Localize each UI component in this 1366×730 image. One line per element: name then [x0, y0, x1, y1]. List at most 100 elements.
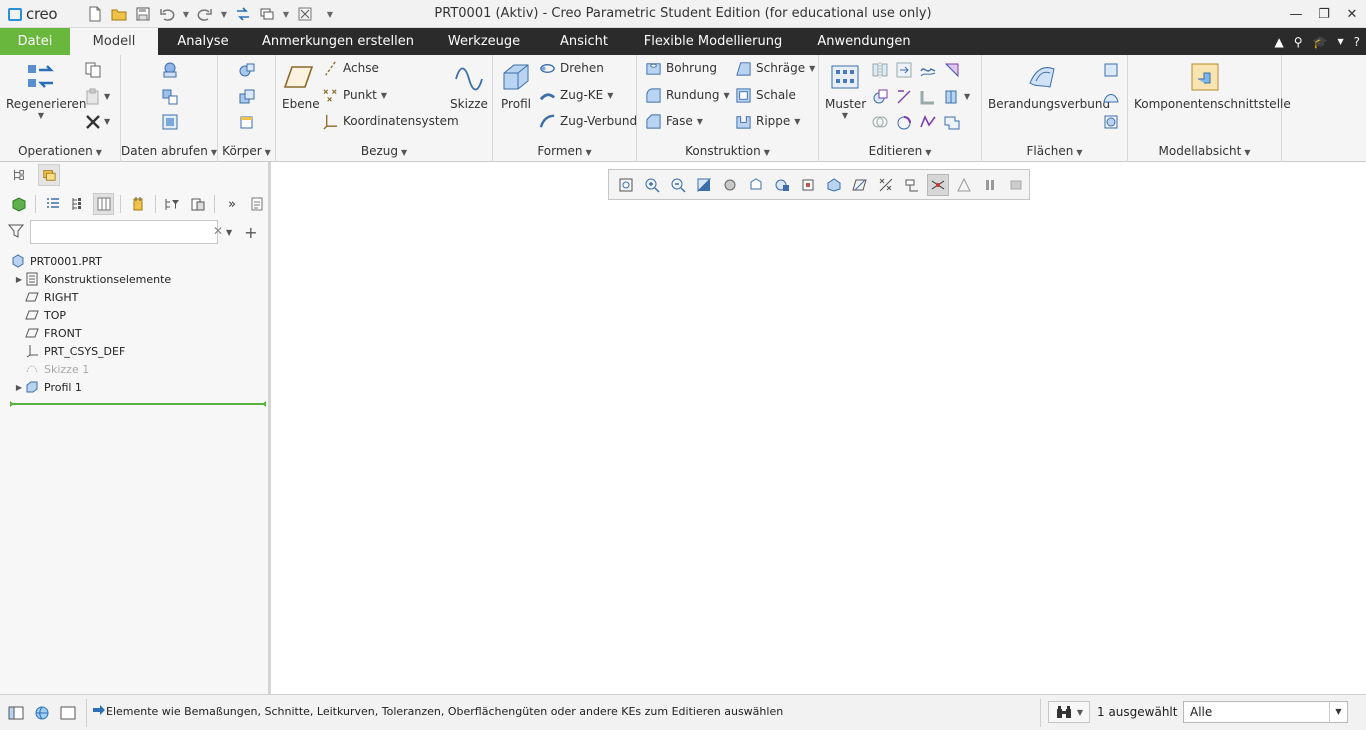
schale-button[interactable]: Schale: [735, 85, 796, 105]
add-icon[interactable]: +: [244, 223, 257, 242]
repaint-icon[interactable]: [693, 174, 715, 196]
selection-filter-select[interactable]: Alle ▼: [1183, 701, 1348, 723]
berandungsverbund-button[interactable]: Berandungsverbund: [988, 61, 1110, 111]
more-options-icon[interactable]: »: [221, 193, 242, 215]
part-body-icon[interactable]: [8, 193, 29, 215]
split-surface-icon[interactable]: [943, 113, 961, 131]
minimize-icon[interactable]: —: [1282, 0, 1310, 28]
group-label-bezug[interactable]: Bezug ▼: [276, 144, 492, 158]
editieren-dropdown-icon[interactable]: ▼: [964, 88, 974, 106]
tree-item-front[interactable]: FRONT: [0, 324, 268, 342]
zoom-out-icon[interactable]: [667, 174, 689, 196]
help-icon[interactable]: ?: [1354, 35, 1360, 49]
regenerieren-dropdown-icon[interactable]: ▼: [6, 111, 76, 120]
body-icon[interactable]: [238, 61, 256, 79]
search-icon[interactable]: ⚲: [1294, 35, 1303, 49]
clear-search-icon[interactable]: ✕: [213, 224, 223, 238]
tree-expand-icon[interactable]: [68, 193, 89, 215]
rippe-button[interactable]: Rippe ▼: [735, 111, 800, 131]
search-dropdown-icon[interactable]: ▼: [226, 228, 232, 237]
full-screen-icon[interactable]: [58, 703, 78, 723]
view-manager-icon[interactable]: [771, 174, 793, 196]
saved-orientations-icon[interactable]: [745, 174, 767, 196]
datum-points-display-icon[interactable]: [875, 174, 897, 196]
offset-icon[interactable]: [871, 88, 889, 106]
close-icon[interactable]: ✕: [1338, 0, 1366, 28]
ebene-button[interactable]: Ebene: [282, 61, 320, 111]
trim-icon[interactable]: [895, 88, 913, 106]
expand-arrow-icon[interactable]: ▶: [14, 275, 24, 284]
user-defined-feature-icon[interactable]: [161, 61, 179, 79]
merge-icon[interactable]: [919, 61, 937, 79]
funnel-filter-icon[interactable]: [7, 223, 25, 242]
annotation-plane-icon[interactable]: [953, 174, 975, 196]
rundung-button[interactable]: Rundung ▼: [645, 85, 730, 105]
mirror-icon[interactable]: [871, 61, 889, 79]
muster-dropdown-icon[interactable]: ▼: [825, 111, 865, 120]
tree-item-csys[interactable]: PRT_CSYS_DEF: [0, 342, 268, 360]
fase-button[interactable]: Fase ▼: [645, 111, 703, 131]
style-icon[interactable]: [1102, 113, 1120, 131]
group-label-formen[interactable]: Formen ▼: [493, 144, 636, 158]
shrinkwrap-icon[interactable]: [161, 113, 179, 131]
tree-item-root[interactable]: PRT0001.PRT: [0, 252, 268, 270]
tree-item-top[interactable]: TOP: [0, 306, 268, 324]
tree-item-profil[interactable]: ▶ Profil 1: [0, 378, 268, 396]
paste-icon[interactable]: [84, 88, 102, 106]
tab-analyse[interactable]: Analyse: [158, 28, 248, 55]
delete-dropdown-icon[interactable]: ▼: [104, 113, 114, 131]
graphics-window[interactable]: [271, 162, 1366, 694]
chevron-down-icon[interactable]: ▼: [1329, 702, 1347, 722]
display-style-icon[interactable]: [719, 174, 741, 196]
find-button[interactable]: ▼: [1048, 701, 1090, 723]
project-icon[interactable]: [943, 61, 961, 79]
group-label-daten-abrufen[interactable]: Daten abrufen ▼: [121, 144, 217, 158]
tree-filter-icon[interactable]: [162, 193, 183, 215]
solidify-icon[interactable]: [943, 88, 961, 106]
group-label-operationen[interactable]: Operationen ▼: [0, 144, 120, 158]
tree-notes-icon[interactable]: [247, 193, 268, 215]
perspective-view-icon[interactable]: [797, 174, 819, 196]
skizze-button[interactable]: Skizze: [450, 61, 488, 111]
annotation-display-icon[interactable]: [901, 174, 923, 196]
zug-ke-button[interactable]: Zug-KE ▼: [539, 85, 613, 105]
tab-werkzeuge[interactable]: Werkzeuge: [440, 28, 528, 55]
tree-columns-icon[interactable]: [93, 193, 115, 215]
paste-dropdown-icon[interactable]: ▼: [104, 88, 114, 106]
group-label-modellabsicht[interactable]: Modellabsicht ▼: [1128, 144, 1281, 158]
tab-anwendungen[interactable]: Anwendungen: [812, 28, 916, 55]
fill-surface-icon[interactable]: [1102, 61, 1120, 79]
koordinatensystem-button[interactable]: Koordinatensystem: [322, 111, 459, 131]
datum-display-icon[interactable]: [849, 174, 871, 196]
delete-icon[interactable]: [84, 113, 102, 131]
schraege-button[interactable]: Schräge ▼: [735, 58, 815, 78]
extend-icon[interactable]: [895, 61, 913, 79]
tree-item-konstruktionselemente[interactable]: ▶ Konstruktionselemente: [0, 270, 268, 288]
group-label-koerper[interactable]: Körper ▼: [218, 144, 275, 158]
tree-item-right[interactable]: RIGHT: [0, 288, 268, 306]
group-label-flaechen[interactable]: Flächen ▼: [982, 144, 1127, 158]
new-body-icon[interactable]: [238, 113, 256, 131]
insert-here-marker[interactable]: [10, 401, 266, 407]
tree-display-icon[interactable]: [187, 193, 208, 215]
section-view-icon[interactable]: [823, 174, 845, 196]
tab-ansicht[interactable]: Ansicht: [548, 28, 620, 55]
toggle-navigator-icon[interactable]: [6, 703, 26, 723]
profil-button[interactable]: Profil: [499, 61, 533, 111]
pause-icon[interactable]: [979, 174, 1001, 196]
tab-anmerkungen[interactable]: Anmerkungen erstellen: [258, 28, 418, 55]
tree-item-skizze[interactable]: Skizze 1: [0, 360, 268, 378]
copy-geometry-icon[interactable]: [161, 88, 179, 106]
wrap-icon[interactable]: [895, 113, 913, 131]
tree-search-input[interactable]: [30, 220, 218, 244]
muster-button[interactable]: Muster ▼: [825, 61, 866, 120]
refit-icon[interactable]: [615, 174, 637, 196]
achse-button[interactable]: Achse: [322, 58, 379, 78]
komponentenschnittstelle-button[interactable]: Komponentenschnittstelle: [1134, 61, 1291, 111]
group-label-editieren[interactable]: Editieren ▼: [819, 144, 981, 158]
browser-icon[interactable]: [32, 703, 52, 723]
body-operations-icon[interactable]: [238, 88, 256, 106]
zug-verbund-button[interactable]: Zug-Verbund: [539, 111, 637, 131]
tree-settings-icon[interactable]: [127, 193, 148, 215]
thicken-icon[interactable]: [919, 88, 937, 106]
